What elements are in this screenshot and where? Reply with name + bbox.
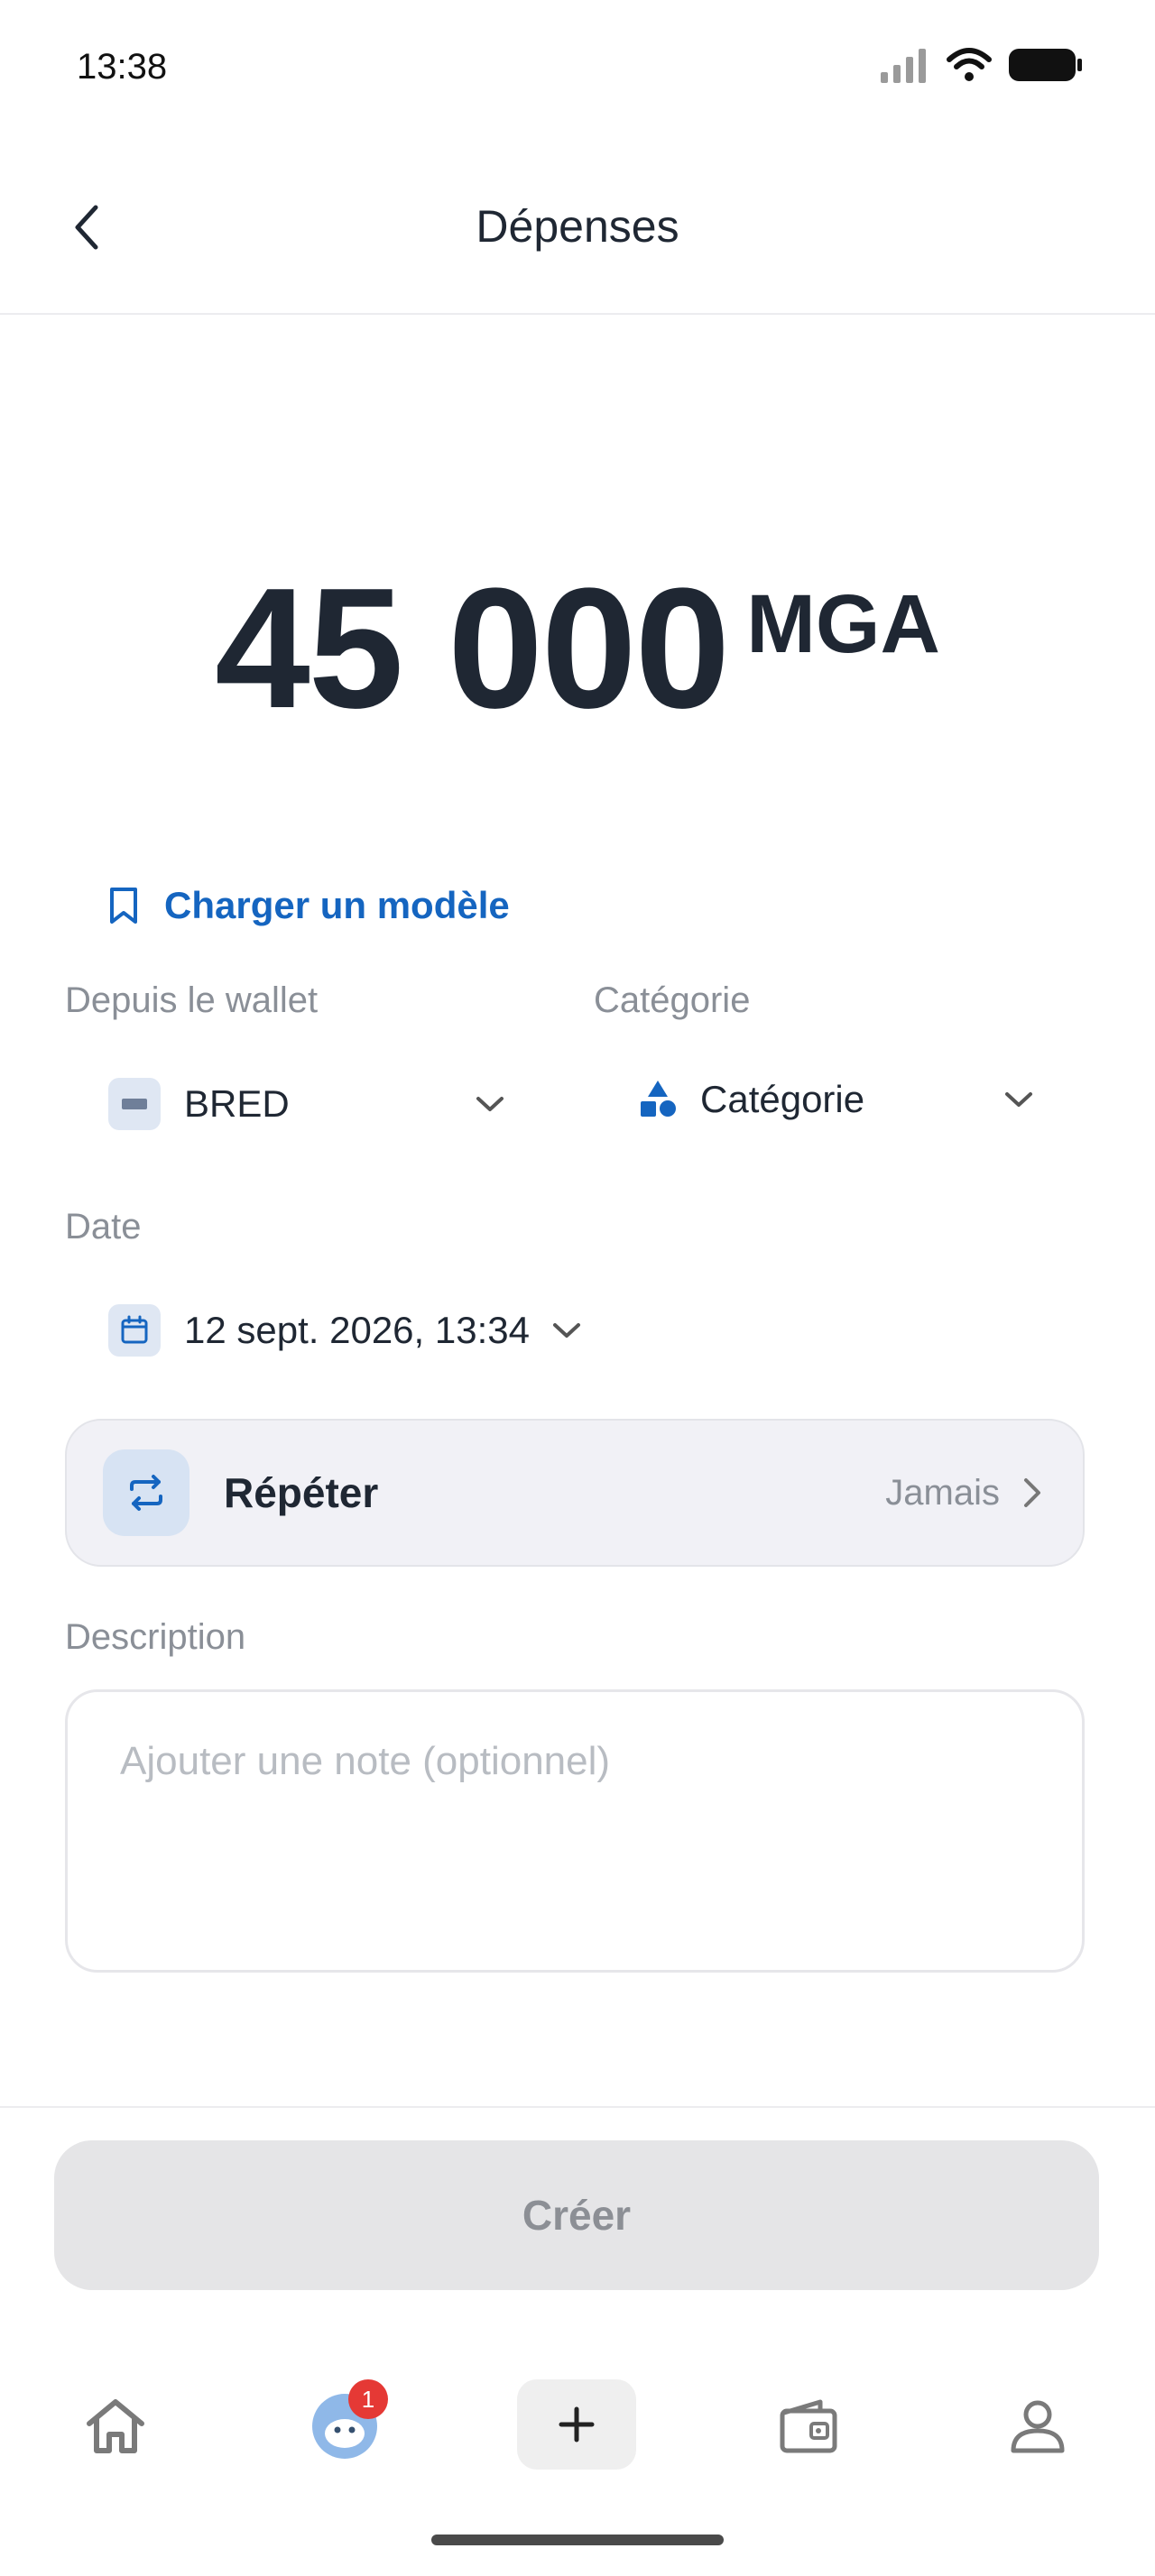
page-title: Dépenses <box>476 201 679 252</box>
user-icon <box>1011 2400 1065 2453</box>
battery-icon <box>1009 49 1082 81</box>
description-label: Description <box>65 1617 246 1657</box>
repeat-row[interactable]: Répéter Jamais <box>65 1419 1085 1567</box>
wallet-label: Depuis le wallet <box>65 980 319 1020</box>
status-icons <box>879 47 1083 83</box>
date-value: 12 sept. 2026, 13:34 <box>184 1309 530 1351</box>
calendar-icon-box <box>108 1304 161 1357</box>
chevron-down-icon <box>476 1097 504 1111</box>
wallet-value: BRED <box>184 1082 290 1125</box>
repeat-label: Répéter <box>224 1469 379 1516</box>
bred-logo <box>108 1078 161 1130</box>
amount-currency: MGA <box>746 578 940 670</box>
home-icon <box>87 2399 144 2453</box>
repeat-icon <box>130 1475 162 1511</box>
cellular-signal-icon <box>881 49 926 83</box>
chevron-right-icon-wrap <box>1021 1477 1043 1509</box>
calendar-icon <box>121 1315 148 1344</box>
repeat-value: Jamais <box>885 1472 1000 1513</box>
header-divider <box>0 313 1155 315</box>
date-select[interactable]: 12 sept. 2026, 13:34 <box>108 1304 582 1357</box>
nav-profile[interactable] <box>993 2381 1083 2471</box>
wifi-icon <box>947 48 992 81</box>
category-label: Catégorie <box>594 980 751 1020</box>
amount-value: 45 000 <box>215 553 730 744</box>
footer-divider <box>0 2106 1155 2108</box>
load-template-link[interactable]: Charger un modèle <box>108 884 510 927</box>
load-template-label: Charger un modèle <box>164 884 510 926</box>
wallet-icon <box>780 2399 837 2453</box>
home-indicator <box>431 2535 724 2545</box>
bookmark-icon <box>110 888 137 924</box>
amount-display[interactable]: 45 000 MGA <box>0 550 1155 747</box>
plus-icon <box>559 2406 595 2443</box>
nav-home[interactable] <box>70 2381 161 2471</box>
chevron-right-icon <box>1024 1478 1040 1507</box>
chevron-down-icon <box>1005 1092 1032 1107</box>
description-placeholder: Ajouter une note (optionnel) <box>120 1739 611 1783</box>
status-time: 13:38 <box>77 47 168 87</box>
wallet-select[interactable]: BRED <box>108 1078 505 1130</box>
nav-wallet[interactable] <box>763 2381 854 2471</box>
mascot-avatar: 1 <box>310 2379 388 2461</box>
create-button[interactable]: Créer <box>54 2140 1099 2290</box>
category-value: Catégorie <box>700 1078 865 1120</box>
shapes-icon <box>641 1081 676 1117</box>
category-select[interactable]: Catégorie <box>637 1078 1034 1121</box>
nav-assistant[interactable]: 1 <box>300 2379 390 2471</box>
nav-add-button[interactable] <box>517 2379 636 2470</box>
description-input[interactable]: Ajouter une note (optionnel) <box>65 1689 1085 1973</box>
chevron-down-icon <box>552 1323 580 1338</box>
date-label: Date <box>65 1207 142 1247</box>
repeat-icon-box <box>103 1449 189 1536</box>
notification-badge: 1 <box>348 2379 388 2419</box>
